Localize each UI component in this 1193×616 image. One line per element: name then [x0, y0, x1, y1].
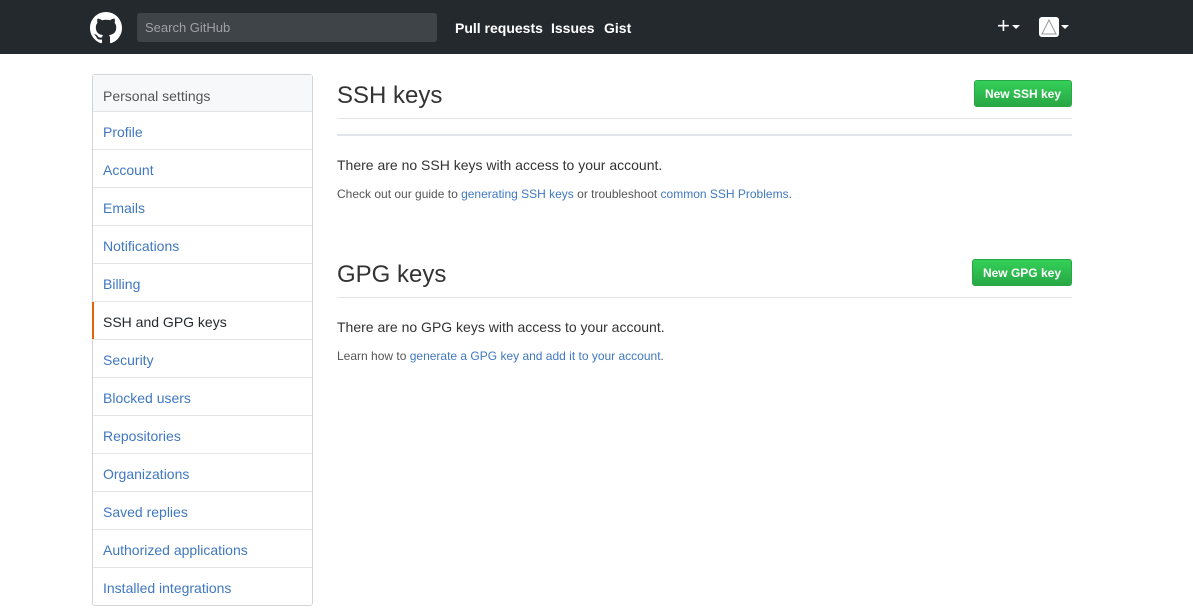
sidebar-item-label[interactable]: Billing: [103, 276, 140, 292]
sidebar-item-authorized-applications[interactable]: Authorized applications: [93, 530, 312, 568]
sidebar-item-label[interactable]: Blocked users: [103, 390, 191, 406]
sidebar-item-organizations[interactable]: Organizations: [93, 454, 312, 492]
sidebar-item-blocked-users[interactable]: Blocked users: [93, 378, 312, 416]
sidebar-item-label[interactable]: Organizations: [103, 466, 189, 482]
note-text: Check out our guide to: [337, 187, 462, 201]
gpg-empty-message: There are no GPG keys with access to you…: [337, 319, 665, 335]
sidebar-item-label[interactable]: Emails: [103, 200, 145, 216]
create-new-dropdown[interactable]: +: [997, 14, 1020, 38]
plus-icon: +: [997, 13, 1010, 38]
settings-sidebar: Personal settings Profile Account Emails…: [92, 74, 313, 606]
main-content: SSH keys New SSH key There are no SSH ke…: [337, 74, 1072, 363]
generate-gpg-key-link[interactable]: generate a GPG key and add it to your ac…: [410, 349, 661, 363]
note-text: .: [788, 187, 792, 201]
generating-ssh-keys-link[interactable]: generating SSH keys: [461, 187, 574, 201]
note-text: or troubleshoot: [573, 187, 661, 201]
search-input[interactable]: [137, 13, 437, 42]
github-octocat-icon[interactable]: [90, 12, 122, 44]
gpg-keys-section: GPG keys New GPG key There are no GPG ke…: [337, 253, 1072, 363]
common-ssh-problems-link[interactable]: common SSH Problems: [661, 187, 789, 201]
ssh-help-note: Check out our guide to generating SSH ke…: [337, 187, 1072, 201]
sidebar-item-label[interactable]: Installed integrations: [103, 580, 231, 596]
nav-pull-requests[interactable]: Pull requests: [455, 20, 543, 36]
sidebar-item-account[interactable]: Account: [93, 150, 312, 188]
gpg-section-header: GPG keys New GPG key: [337, 253, 1072, 298]
sidebar-item-label[interactable]: Security: [103, 352, 154, 368]
sidebar-item-saved-replies[interactable]: Saved replies: [93, 492, 312, 530]
chevron-down-icon: [1061, 25, 1069, 29]
sidebar-item-profile[interactable]: Profile: [93, 112, 312, 150]
gpg-help-note: Learn how to generate a GPG key and add …: [337, 349, 1072, 363]
ssh-keys-section: SSH keys New SSH key There are no SSH ke…: [337, 74, 1072, 201]
new-ssh-key-button[interactable]: New SSH key: [973, 80, 1072, 107]
sidebar-item-ssh-gpg-keys[interactable]: SSH and GPG keys: [92, 302, 312, 340]
chevron-down-icon: [1011, 25, 1020, 30]
ssh-empty-message: There are no SSH keys with access to you…: [337, 157, 663, 173]
sidebar-item-label[interactable]: Notifications: [103, 238, 179, 254]
nav-gist[interactable]: Gist: [604, 20, 631, 36]
new-gpg-key-button[interactable]: New GPG key: [971, 259, 1072, 286]
sidebar-item-label[interactable]: Profile: [103, 124, 143, 140]
sidebar-item-billing[interactable]: Billing: [93, 264, 312, 302]
user-menu-dropdown[interactable]: [1039, 17, 1069, 37]
top-header: Pull requests Issues Gist +: [0, 0, 1193, 54]
note-text: .: [660, 349, 664, 363]
note-text: Learn how to: [337, 349, 410, 363]
ssh-section-header: SSH keys New SSH key: [337, 74, 1072, 119]
nav-issues[interactable]: Issues: [551, 20, 595, 36]
sidebar-item-label[interactable]: Saved replies: [103, 504, 188, 520]
sidebar-item-label[interactable]: Authorized applications: [103, 542, 248, 558]
sidebar-item-installed-integrations[interactable]: Installed integrations: [93, 568, 312, 605]
sidebar-item-label[interactable]: Repositories: [103, 428, 181, 444]
sidebar-item-label[interactable]: Account: [103, 162, 154, 178]
user-avatar-icon: [1039, 17, 1059, 37]
gpg-keys-title: GPG keys: [337, 261, 447, 288]
ssh-keys-title: SSH keys: [337, 82, 443, 109]
sidebar-item-security[interactable]: Security: [93, 340, 312, 378]
divider: [337, 134, 1072, 136]
sidebar-item-label: SSH and GPG keys: [103, 314, 227, 330]
sidebar-item-notifications[interactable]: Notifications: [93, 226, 312, 264]
sidebar-heading: Personal settings: [93, 75, 312, 112]
sidebar-item-repositories[interactable]: Repositories: [93, 416, 312, 454]
sidebar-item-emails[interactable]: Emails: [93, 188, 312, 226]
